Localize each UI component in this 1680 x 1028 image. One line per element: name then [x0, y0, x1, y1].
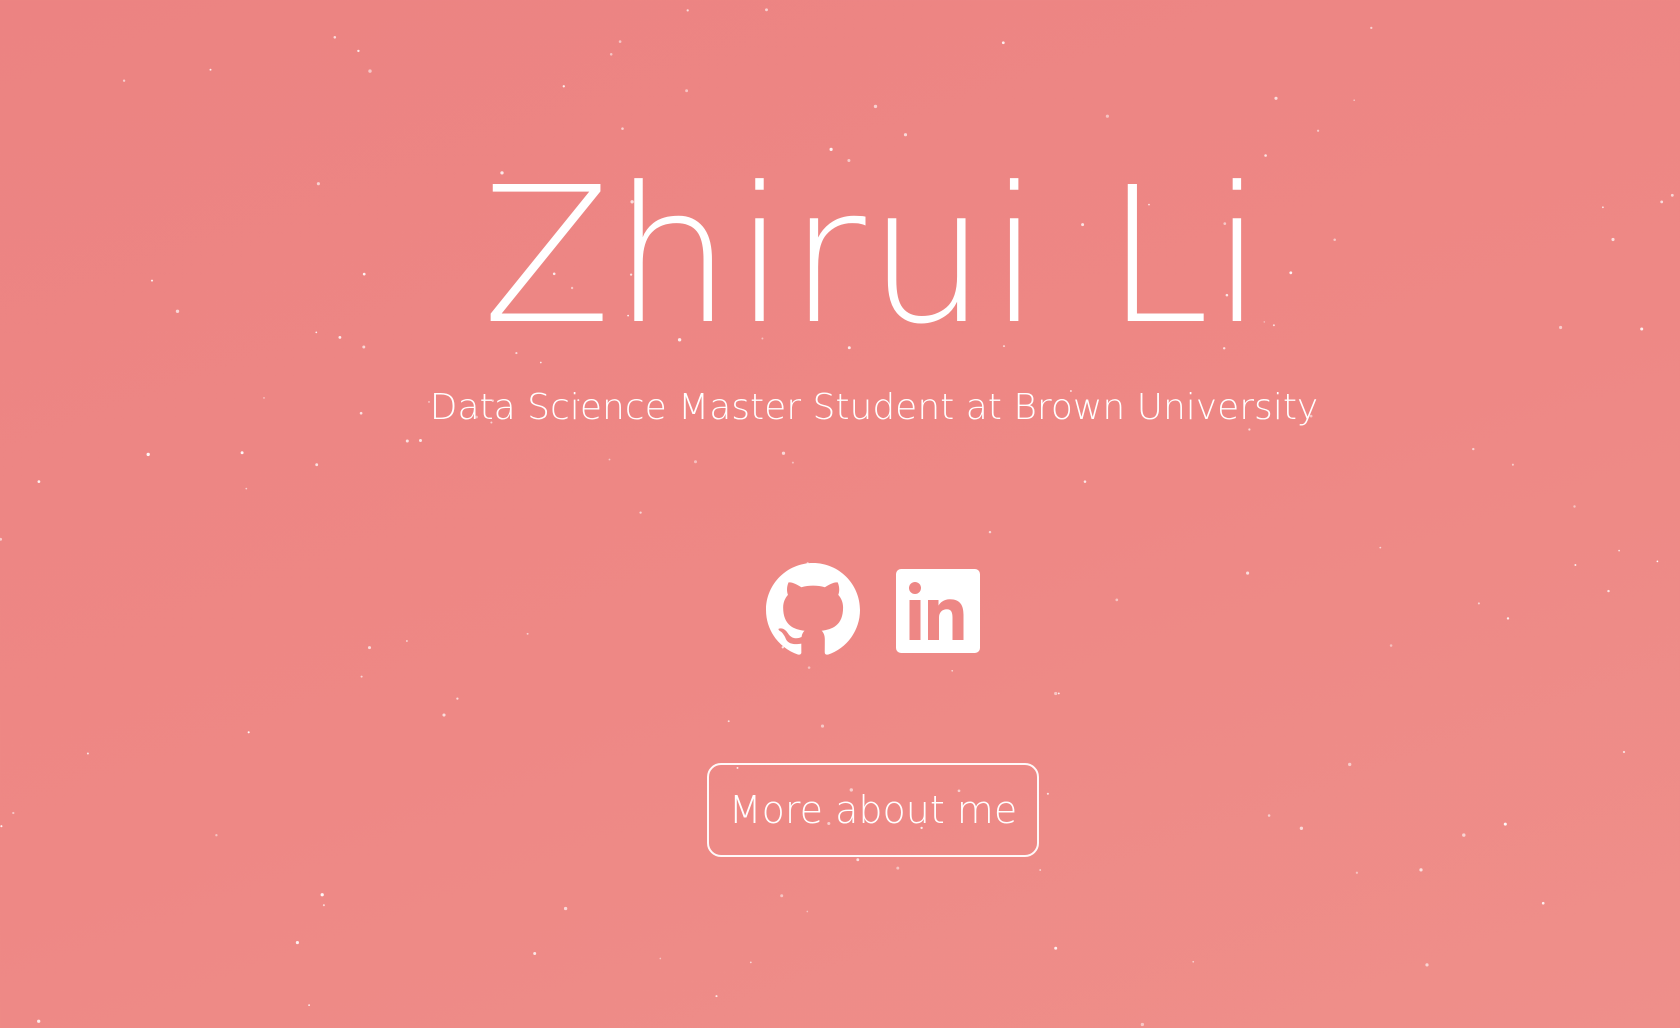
hero-section: Zhirui Li Data Science Master Student at…: [0, 0, 1680, 1028]
more-about-me-button[interactable]: More about me: [707, 763, 1039, 857]
github-link[interactable]: [766, 563, 860, 657]
linkedin-icon: [896, 569, 980, 653]
linkedin-link[interactable]: [896, 569, 980, 653]
social-links: [766, 563, 982, 655]
github-icon: [766, 563, 860, 655]
tagline: Data Science Master Student at Brown Uni…: [429, 387, 1319, 428]
page-title: Zhirui Li: [482, 147, 1266, 366]
